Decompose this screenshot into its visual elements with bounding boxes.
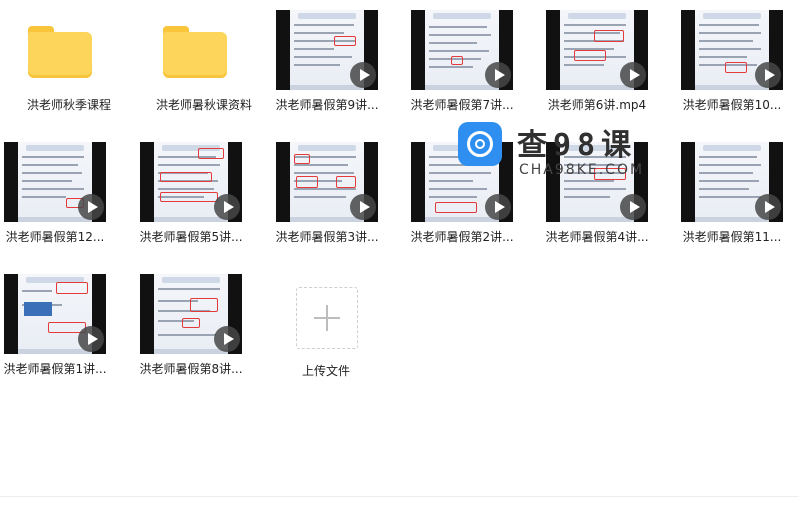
- file-name: 洪老师暑假第3讲...: [275, 230, 379, 244]
- file-name: 洪老师暑假第11...: [682, 230, 782, 244]
- file-item-video[interactable]: 洪老师暑假第2讲...: [393, 132, 514, 250]
- file-item-video[interactable]: 洪老师暑假第4讲...: [528, 132, 649, 250]
- file-grid: 洪老师秋季课程 洪老师暑秋课资料 洪老师暑假第9讲... 洪老师暑假第7讲...…: [0, 0, 799, 505]
- file-name: 洪老师暑假第2讲...: [410, 230, 514, 244]
- file-item-video[interactable]: 洪老师暑假第7讲...: [393, 0, 514, 118]
- file-item-video[interactable]: 洪老师暑假第8讲...: [122, 264, 243, 382]
- file-name: 洪老师秋季课程: [26, 98, 111, 112]
- play-icon: [755, 62, 781, 88]
- file-item-video[interactable]: 洪老师暑假第9讲...: [258, 0, 379, 118]
- file-item-video[interactable]: 洪老师暑假第1讲...: [0, 264, 107, 382]
- file-name: 洪老师暑秋课资料: [155, 98, 252, 112]
- folder-icon: [163, 26, 227, 78]
- folder-thumb: [158, 10, 260, 90]
- video-thumbnail: [140, 142, 242, 222]
- upload-button[interactable]: [296, 287, 358, 349]
- file-item-video[interactable]: 洪老师暑假第11...: [663, 132, 783, 250]
- file-item-video[interactable]: 洪老师暑假第5讲...: [122, 132, 243, 250]
- play-icon: [485, 62, 511, 88]
- file-name: 洪老师暑假第9讲...: [275, 98, 379, 112]
- play-icon: [78, 326, 104, 352]
- folder-thumb: [23, 10, 125, 90]
- play-icon: [485, 194, 511, 220]
- play-icon: [214, 326, 240, 352]
- play-icon: [350, 194, 376, 220]
- file-name: 洪老师暑假第8讲...: [139, 362, 243, 376]
- video-thumbnail: [411, 10, 513, 90]
- file-name: 洪老师暑假第5讲...: [139, 230, 243, 244]
- file-item-video[interactable]: 洪老师暑假第10...: [663, 0, 783, 118]
- play-icon: [214, 194, 240, 220]
- video-thumbnail: [546, 142, 648, 222]
- file-name: 洪老师暑假第10...: [682, 98, 782, 112]
- file-name: 洪老师暑假第7讲...: [410, 98, 514, 112]
- file-name: 洪老师暑假第12...: [5, 230, 105, 244]
- file-item-video[interactable]: 洪老师第6讲.mp4: [528, 0, 648, 118]
- file-item-video[interactable]: 洪老师暑假第12...: [0, 132, 106, 250]
- video-thumbnail: [681, 10, 783, 90]
- file-name: 洪老师第6讲.mp4: [547, 98, 647, 112]
- bottom-divider: [0, 496, 799, 497]
- video-thumbnail: [140, 274, 242, 354]
- video-thumbnail: [276, 10, 378, 90]
- file-item-folder-materials[interactable]: 洪老师暑秋课资料: [135, 0, 255, 118]
- video-thumbnail: [546, 10, 648, 90]
- upload-label: 上传文件: [301, 364, 350, 378]
- play-icon: [78, 194, 104, 220]
- video-thumbnail: [411, 142, 513, 222]
- file-name: 洪老师暑假第1讲...: [3, 362, 107, 376]
- video-thumbnail: [276, 142, 378, 222]
- file-item-video[interactable]: 洪老师暑假第3讲...: [258, 132, 379, 250]
- play-icon: [755, 194, 781, 220]
- play-icon: [620, 62, 646, 88]
- folder-icon: [28, 26, 92, 78]
- video-thumbnail: [4, 142, 106, 222]
- video-thumbnail: [4, 274, 106, 354]
- file-item-folder-autumn[interactable]: 洪老师秋季课程: [0, 0, 120, 118]
- file-name: 洪老师暑假第4讲...: [545, 230, 649, 244]
- play-icon: [350, 62, 376, 88]
- video-thumbnail: [681, 142, 783, 222]
- play-icon: [620, 194, 646, 220]
